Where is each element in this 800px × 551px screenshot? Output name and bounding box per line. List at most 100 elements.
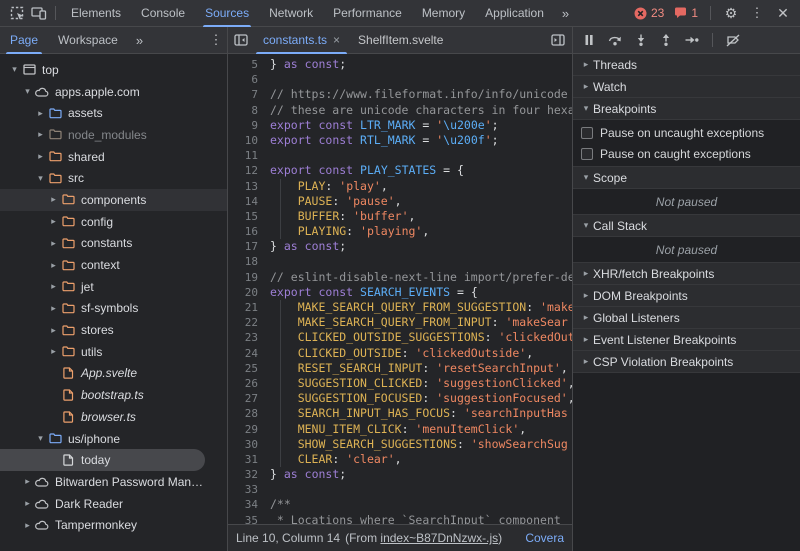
tab-elements[interactable]: Elements: [61, 0, 131, 27]
line-number[interactable]: 5: [228, 57, 258, 72]
chevron-right-icon[interactable]: ▸: [34, 151, 47, 162]
line-number[interactable]: 20: [228, 285, 258, 300]
chevron-right-icon[interactable]: ▸: [47, 260, 60, 271]
tree-item-tampermonkey[interactable]: ▸ Tampermonkey: [0, 514, 227, 536]
navigator-tab-workspace[interactable]: Workspace: [48, 27, 128, 54]
line-number[interactable]: 12: [228, 163, 258, 178]
section-header-threads[interactable]: ▸ Threads: [573, 54, 800, 76]
line-number[interactable]: 28: [228, 406, 258, 421]
chevron-down-icon[interactable]: ▾: [34, 433, 47, 444]
checkbox-row-pause-on-caught-exceptions[interactable]: Pause on caught exceptions: [573, 143, 800, 164]
section-header-watch[interactable]: ▸ Watch: [573, 76, 800, 98]
line-number[interactable]: 27: [228, 391, 258, 406]
line-number[interactable]: 26: [228, 376, 258, 391]
tree-item-browser-ts[interactable]: browser.ts: [0, 406, 227, 428]
chevron-down-icon[interactable]: ▾: [8, 64, 21, 75]
hide-navigator-icon[interactable]: [230, 29, 252, 51]
deactivate-breakpoints-icon[interactable]: [726, 33, 740, 47]
line-number[interactable]: 10: [228, 133, 258, 148]
tree-item-node-modules[interactable]: ▸ node_modules: [0, 124, 227, 146]
line-number[interactable]: 22: [228, 315, 258, 330]
tab-sources[interactable]: Sources: [195, 0, 259, 27]
chevron-right-icon[interactable]: ▸: [47, 325, 60, 336]
line-number[interactable]: 9: [228, 118, 258, 133]
section-header-breakpoints[interactable]: ▾ Breakpoints: [573, 98, 800, 120]
chevron-right-icon[interactable]: ▸: [47, 238, 60, 249]
section-header-event-listener-breakpoints[interactable]: ▸ Event Listener Breakpoints: [573, 329, 800, 351]
line-number[interactable]: 29: [228, 422, 258, 437]
step-into-icon[interactable]: [635, 34, 647, 46]
line-number[interactable]: 8: [228, 103, 258, 118]
line-number[interactable]: 14: [228, 194, 258, 209]
line-number[interactable]: 11: [228, 148, 258, 163]
sourcemap-file-link[interactable]: index~B87DnNzwx-.js: [380, 531, 498, 545]
step-over-icon[interactable]: [608, 34, 622, 46]
line-number[interactable]: 15: [228, 209, 258, 224]
tree-item-bitwarden-password-man[interactable]: ▸ Bitwarden Password Man…: [0, 471, 227, 493]
inspect-element-icon[interactable]: [6, 2, 28, 24]
step-out-icon[interactable]: [660, 34, 672, 46]
device-toolbar-icon[interactable]: [28, 2, 50, 24]
section-header-call-stack[interactable]: ▾ Call Stack: [573, 215, 800, 237]
hide-debugger-sidebar-icon[interactable]: [547, 29, 569, 51]
chevron-down-icon[interactable]: ▾: [21, 86, 34, 97]
navigator-kebab-icon[interactable]: ⋮: [205, 29, 227, 51]
tree-item-top[interactable]: ▾ top: [0, 59, 227, 81]
navigator-more-tabs-button[interactable]: »: [128, 33, 151, 48]
chevron-right-icon[interactable]: ▸: [47, 346, 60, 357]
tree-item-today[interactable]: today: [0, 449, 205, 472]
tree-item-assets[interactable]: ▸ assets: [0, 102, 227, 124]
line-number[interactable]: 31: [228, 452, 258, 467]
code-editor[interactable]: 5} as const; 6 7 // https://www.fileformat.…: [228, 54, 572, 524]
editor-tab-constants-ts[interactable]: constants.ts ×: [254, 27, 349, 54]
section-header-global-listeners[interactable]: ▸ Global Listeners: [573, 307, 800, 329]
tree-item-stores[interactable]: ▸ stores: [0, 319, 227, 341]
line-number[interactable]: 32: [228, 467, 258, 482]
chevron-right-icon[interactable]: ▸: [21, 498, 34, 509]
step-icon[interactable]: [685, 34, 699, 46]
close-tab-icon[interactable]: ×: [333, 33, 340, 47]
tree-item-src[interactable]: ▾ src: [0, 167, 227, 189]
line-number[interactable]: 18: [228, 254, 258, 269]
tree-item-shared[interactable]: ▸ shared: [0, 146, 227, 168]
issues-badge[interactable]: 1: [671, 6, 701, 20]
settings-gear-icon[interactable]: ⚙: [720, 2, 742, 24]
checkbox-unchecked[interactable]: [581, 126, 593, 139]
line-number[interactable]: 34: [228, 497, 258, 512]
tree-item-jet[interactable]: ▸ jet: [0, 276, 227, 298]
tab-network[interactable]: Network: [259, 0, 323, 27]
line-number[interactable]: 7: [228, 87, 258, 102]
line-number[interactable]: 19: [228, 270, 258, 285]
line-number[interactable]: 21: [228, 300, 258, 315]
line-number[interactable]: 24: [228, 346, 258, 361]
chevron-right-icon[interactable]: ▸: [47, 303, 60, 314]
chevron-right-icon[interactable]: ▸: [47, 216, 60, 227]
chevron-right-icon[interactable]: ▸: [47, 194, 60, 205]
more-tabs-button[interactable]: »: [554, 6, 577, 21]
line-number[interactable]: 35: [228, 513, 258, 524]
coverage-link[interactable]: Covera: [525, 531, 564, 545]
line-number[interactable]: 30: [228, 437, 258, 452]
tab-console[interactable]: Console: [131, 0, 195, 27]
tree-item-context[interactable]: ▸ context: [0, 254, 227, 276]
line-number[interactable]: 23: [228, 330, 258, 345]
line-number[interactable]: 13: [228, 179, 258, 194]
tree-item-components[interactable]: ▸ components: [0, 189, 227, 211]
tree-item-apps-apple-com[interactable]: ▾ apps.apple.com: [0, 81, 227, 103]
section-header-scope[interactable]: ▾ Scope: [573, 167, 800, 189]
chevron-down-icon[interactable]: ▾: [34, 173, 47, 184]
section-header-csp-violation-breakpoints[interactable]: ▸ CSP Violation Breakpoints: [573, 351, 800, 373]
section-header-xhr-fetch-breakpoints[interactable]: ▸ XHR/fetch Breakpoints: [573, 263, 800, 285]
navigator-tab-page[interactable]: Page: [0, 27, 48, 54]
tree-item-config[interactable]: ▸ config: [0, 211, 227, 233]
checkbox-unchecked[interactable]: [581, 147, 593, 160]
line-number[interactable]: 33: [228, 482, 258, 497]
chevron-right-icon[interactable]: ▸: [34, 129, 47, 140]
tree-item-constants[interactable]: ▸ constants: [0, 233, 227, 255]
line-number[interactable]: 25: [228, 361, 258, 376]
tree-item-bootstrap-ts[interactable]: bootstrap.ts: [0, 384, 227, 406]
line-number[interactable]: 17: [228, 239, 258, 254]
chevron-right-icon[interactable]: ▸: [21, 520, 34, 531]
tab-application[interactable]: Application: [475, 0, 554, 27]
tab-performance[interactable]: Performance: [323, 0, 412, 27]
